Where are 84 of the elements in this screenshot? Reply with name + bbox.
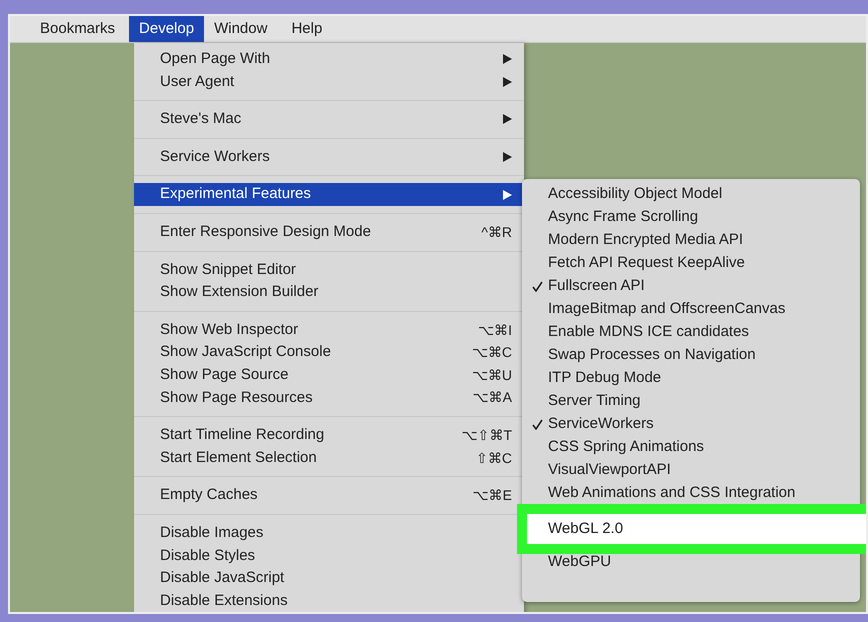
shortcut-label: ⌥⌘A	[472, 388, 512, 408]
menu-item-label: Show Page Resources	[160, 388, 314, 408]
menu-item-label: Async Frame Scrolling	[548, 207, 698, 228]
menu-item[interactable]: Enter Responsive Design Mode ^⌘R	[134, 220, 524, 244]
menu-item[interactable]: Empty Caches ⌥⌘E	[134, 484, 524, 507]
menu-bar-item[interactable]: Help	[281, 16, 332, 42]
menu-item[interactable]: Experimental Features	[134, 183, 524, 206]
menu-item-label: Show Web Inspector	[160, 320, 300, 340]
shortcut-label: ⇧⌘C	[476, 448, 512, 468]
menu-item-label: Show Extension Builder	[160, 282, 320, 302]
menu-item-label: Accessibility Object Model	[548, 184, 722, 204]
menu-item[interactable]: Show JavaScript Console ⌥⌘C	[134, 341, 524, 364]
checkmark-icon	[532, 281, 543, 292]
menu-item-label: ServiceWorkers	[548, 414, 654, 434]
menu-item[interactable]: WebGPU	[522, 551, 860, 574]
menu-item-label: Experimental Features	[160, 184, 312, 204]
menu-item[interactable]: WebGL 2.0	[527, 514, 866, 544]
menu-item-label: Server Timing	[548, 391, 641, 412]
menu-item-label: Disable Styles	[160, 546, 256, 566]
menu-item[interactable]: ITP Debug Mode	[522, 367, 860, 390]
menu-item[interactable]: Accessibility Object Model	[522, 183, 860, 206]
menu-item[interactable]: CSS Spring Animations	[522, 436, 860, 459]
menu-item[interactable]: Server Timing	[522, 390, 860, 413]
menu-item-label: Open Page With	[160, 49, 272, 70]
menu-item-label: Fetch API Request KeepAlive	[548, 253, 745, 274]
menu-item-label: VisualViewportAPI	[548, 460, 671, 480]
menu-item[interactable]: ImageBitmap and OffscreenCanvas	[522, 298, 860, 321]
menu-item[interactable]: Open Page With	[134, 48, 524, 71]
menu-bar-item[interactable]: Bookmarks	[30, 16, 126, 42]
menu-item[interactable]: User Agent	[134, 70, 524, 94]
menu-item-label: Service Workers	[160, 146, 271, 167]
menu-item[interactable]: Start Timeline Recording ⌥⇧⌘T	[134, 424, 524, 447]
shortcut-label: ⌥⌘U	[472, 366, 512, 385]
menu-item-label: Disable JavaScript	[160, 568, 286, 588]
menu-item[interactable]: Disable Extensions	[134, 590, 524, 612]
menu-item[interactable]: Show Web Inspector ⌥⌘I	[134, 318, 524, 342]
menu-bar-item[interactable]: Develop	[129, 16, 204, 42]
menu-item[interactable]: Show Snippet Editor	[134, 258, 524, 282]
menu-bar-item[interactable]: Window	[204, 16, 278, 42]
menu-item-label: Steve's Mac	[160, 109, 242, 130]
menu-item[interactable]: Disable Images	[134, 522, 524, 544]
menu-item-label: ITP Debug Mode	[548, 368, 662, 388]
menu-item-label: Empty Caches	[160, 485, 259, 506]
menu-item[interactable]: VisualViewportAPI	[522, 459, 860, 482]
menu-item-label: Show Page Source	[160, 364, 290, 385]
menu-item-label: CSS Spring Animations	[548, 437, 704, 458]
shortcut-label: ⌥⇧⌘T	[461, 426, 512, 445]
menu-item-label: Swap Processes on Navigation	[548, 345, 756, 366]
menu-item[interactable]: Fetch API Request KeepAlive	[522, 252, 860, 275]
menu-item[interactable]: Show Extension Builder	[134, 281, 524, 304]
shortcut-label: ⌥⌘C	[472, 343, 512, 362]
menu-item[interactable]: Service Workers	[134, 146, 524, 168]
menu-item-label: Enable MDNS ICE candidates	[548, 322, 749, 342]
menu-item-label: Enter Responsive Design Mode	[160, 222, 372, 242]
menu-item[interactable]: Disable JavaScript	[134, 567, 524, 590]
menu-item-label: WebGL 2.0	[548, 518, 624, 539]
menu-item[interactable]: Enable MDNS ICE candidates	[522, 321, 860, 344]
menu-item-label: ImageBitmap and OffscreenCanvas	[548, 299, 786, 320]
menu-item[interactable]: Steve's Mac	[134, 108, 524, 131]
menu-item-label: Disable Images	[160, 522, 264, 543]
shortcut-label: ^⌘R	[481, 222, 512, 242]
menu-item-label: Show JavaScript Console	[160, 342, 332, 362]
menu-item-label: Fullscreen API	[548, 276, 645, 296]
checkmark-icon	[532, 419, 543, 430]
menu-item[interactable]: Start Element Selection ⇧⌘C	[134, 446, 524, 470]
menu-item[interactable]: Web Animations and CSS Integration	[522, 482, 860, 505]
shortcut-label: ⌥⌘E	[472, 486, 512, 506]
menu-item[interactable]: Modern Encrypted Media API	[522, 229, 860, 252]
menu-item[interactable]: Disable Styles	[134, 544, 524, 568]
shortcut-label: ⌥⌘I	[478, 320, 512, 340]
menu-item[interactable]: Show Page Resources ⌥⌘A	[134, 386, 524, 410]
menu-item-label: Start Element Selection	[160, 448, 318, 468]
menu-item-label: Modern Encrypted Media API	[548, 230, 744, 250]
menu-item-label: Web Animations and CSS Integration	[548, 483, 796, 504]
menu-item[interactable]: Swap Processes on Navigation	[522, 344, 860, 367]
menu-item-label: Start Timeline Recording	[160, 425, 326, 446]
menu-item[interactable]: Fullscreen API	[522, 275, 860, 298]
menu-item-label: Show Snippet Editor	[160, 260, 297, 280]
menu-item[interactable]: Async Frame Scrolling	[522, 206, 860, 229]
menu-item-label: User Agent	[160, 72, 236, 92]
menu-item-label: Disable Extensions	[160, 590, 289, 611]
menu-item-label: WebGPU	[548, 552, 612, 572]
menu-item[interactable]: Show Page Source ⌥⌘U	[134, 364, 524, 387]
menu-item[interactable]: ServiceWorkers	[522, 413, 860, 436]
